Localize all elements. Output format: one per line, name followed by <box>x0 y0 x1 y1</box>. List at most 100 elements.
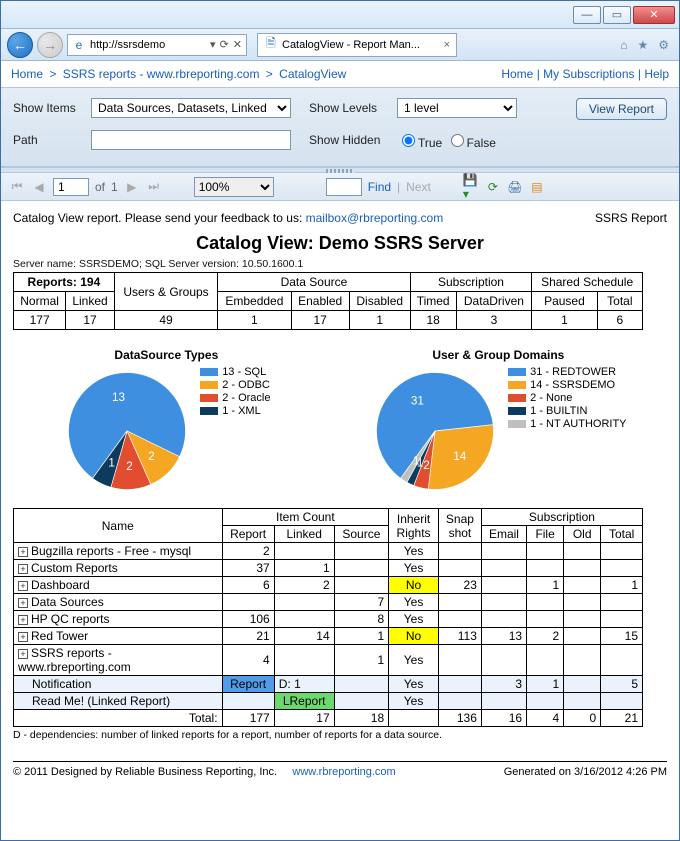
legend-item: 1 - XML <box>200 405 270 417</box>
page-icon: 🗎 <box>264 38 278 52</box>
table-row: +Red Tower21141No11313215 <box>14 628 643 645</box>
browser-right-icons: ⌂ ★ ⚙ <box>620 38 673 52</box>
legend-2: 31 - REDTOWER14 - SSRSDEMO2 - None1 - BU… <box>508 366 626 431</box>
legend-1: 13 - SQL2 - ODBC2 - Oracle1 - XML <box>200 366 270 418</box>
show-levels-select[interactable]: 1 level <box>397 98 517 118</box>
link-subscriptions[interactable]: My Subscriptions <box>543 67 634 81</box>
next-page-icon[interactable]: ▶ <box>124 179 140 195</box>
expand-icon[interactable]: + <box>18 547 28 557</box>
radio-true[interactable] <box>402 134 415 147</box>
window-minimize-button[interactable]: — <box>573 6 601 24</box>
table-row: +Data Sources7Yes <box>14 594 643 611</box>
browser-tab[interactable]: 🗎 CatalogView - Report Man... × <box>257 33 457 57</box>
expand-icon[interactable]: + <box>18 581 28 591</box>
nav-back-button[interactable]: ← <box>7 32 33 58</box>
dropdown-icon[interactable]: ▾ <box>210 38 216 51</box>
radio-false[interactable] <box>451 134 464 147</box>
legend-item: 1 - BUILTIN <box>508 405 626 417</box>
legend-item: 31 - REDTOWER <box>508 366 626 378</box>
breadcrumb: Home > SSRS reports - www.rbreporting.co… <box>1 61 679 87</box>
chart-datasource-types: DataSource Types 13221 13 - SQL2 - ODBC2… <box>13 348 320 496</box>
table-row: +Custom Reports371Yes <box>14 560 643 577</box>
expand-icon[interactable]: + <box>18 632 28 642</box>
tools-gear-icon[interactable]: ⚙ <box>658 38 669 52</box>
report-body: Catalog View report. Please send your fe… <box>1 201 679 782</box>
tab-title: CatalogView - Report Man... <box>282 39 420 51</box>
pie-chart-2: 3114211 <box>370 366 500 496</box>
first-page-icon[interactable]: ⏮ <box>9 179 25 195</box>
breadcrumb-folder[interactable]: SSRS reports - www.rbreporting.com <box>63 67 260 81</box>
summary-table: Reports: 194 Users & Groups Data Source … <box>13 272 643 330</box>
nav-forward-button[interactable]: → <box>37 32 63 58</box>
report-title: Catalog View: Demo SSRS Server <box>13 233 667 254</box>
path-input[interactable] <box>91 130 291 150</box>
stop-icon[interactable]: ✕ <box>233 38 242 51</box>
zoom-select[interactable]: 100% <box>194 177 274 197</box>
report-footer: © 2011 Designed by Reliable Business Rep… <box>13 761 667 778</box>
legend-item: 13 - SQL <box>200 366 270 378</box>
parameters-panel: Show Items Data Sources, Datasets, Linke… <box>1 87 679 167</box>
prev-page-icon[interactable]: ◀ <box>31 179 47 195</box>
reports-header: Reports: 194 <box>14 273 115 292</box>
path-label: Path <box>13 133 83 147</box>
breadcrumb-right: Home | My Subscriptions | Help <box>501 67 669 81</box>
detail-table: Name Item Count Inherit Rights Snap shot… <box>13 508 643 727</box>
splitter-handle[interactable] <box>1 167 679 173</box>
table-row: Notification Report D: 1 Yes 3 1 5 <box>14 676 643 693</box>
browser-toolbar: ← → e http://ssrsdemo ▾ ⟳ ✕ 🗎 CatalogVie… <box>1 29 679 61</box>
find-input[interactable] <box>326 178 362 196</box>
of-label: of <box>95 180 105 194</box>
show-items-select[interactable]: Data Sources, Datasets, Linked <box>91 98 291 118</box>
footer-link[interactable]: www.rbreporting.com <box>292 766 395 778</box>
view-report-button[interactable]: View Report <box>576 98 667 120</box>
table-row: +SSRS reports - www.rbreporting.com41Yes <box>14 645 643 676</box>
datasource-header: Data Source <box>218 273 411 292</box>
svg-text:1: 1 <box>413 455 420 468</box>
expand-icon[interactable]: + <box>18 598 28 608</box>
refresh-report-icon[interactable]: ⟳ <box>485 179 501 195</box>
svg-text:2: 2 <box>423 459 430 472</box>
link-home[interactable]: Home <box>501 67 533 81</box>
legend-item: 2 - Oracle <box>200 392 270 404</box>
total-row: Total: 177 17 18 136 16 4 0 21 <box>14 710 643 727</box>
expand-icon[interactable]: + <box>18 564 28 574</box>
table-row: +Dashboard62No2311 <box>14 577 643 594</box>
atom-feed-icon[interactable]: ▤ <box>529 179 545 195</box>
legend-item: 1 - NT AUTHORITY <box>508 418 626 430</box>
favorites-icon[interactable]: ★ <box>637 38 648 52</box>
schedule-header: Shared Schedule <box>532 273 643 292</box>
window-titlebar: — ▭ ✕ <box>1 1 679 29</box>
window-close-button[interactable]: ✕ <box>633 6 675 24</box>
last-page-icon[interactable]: ⏭ <box>146 179 162 195</box>
next-link[interactable]: Next <box>406 180 431 194</box>
expand-icon[interactable]: + <box>18 615 28 625</box>
svg-text:1: 1 <box>109 456 116 469</box>
print-icon[interactable]: 🖨 <box>507 179 523 195</box>
breadcrumb-current[interactable]: CatalogView <box>279 67 346 81</box>
window-maximize-button[interactable]: ▭ <box>603 6 631 24</box>
find-link[interactable]: Find <box>368 180 391 194</box>
refresh-icon[interactable]: ⟳ <box>220 38 229 51</box>
svg-text:14: 14 <box>453 450 467 463</box>
feedback-email-link[interactable]: mailbox@rbreporting.com <box>306 211 444 225</box>
tab-close-icon[interactable]: × <box>444 39 450 51</box>
subscription-header: Subscription <box>410 273 532 292</box>
footnote: D - dependencies: number of linked repor… <box>13 729 667 741</box>
users-groups-header: Users & Groups <box>114 273 217 311</box>
legend-item: 2 - None <box>508 392 626 404</box>
export-icon[interactable]: 💾▾ <box>463 179 479 195</box>
svg-text:31: 31 <box>411 395 424 408</box>
link-help[interactable]: Help <box>644 67 669 81</box>
generated-timestamp: Generated on 3/16/2012 4:26 PM <box>504 766 667 778</box>
ie-logo-icon: e <box>72 38 86 52</box>
legend-item: 14 - SSRSDEMO <box>508 379 626 391</box>
breadcrumb-home[interactable]: Home <box>11 67 43 81</box>
expand-icon[interactable]: + <box>18 649 28 659</box>
show-items-label: Show Items <box>13 101 83 115</box>
address-bar[interactable]: e http://ssrsdemo ▾ ⟳ ✕ <box>67 34 247 56</box>
svg-text:2: 2 <box>126 460 133 473</box>
page-current-input[interactable] <box>53 178 89 196</box>
breadcrumb-left: Home > SSRS reports - www.rbreporting.co… <box>11 67 346 81</box>
home-icon[interactable]: ⌂ <box>620 38 627 52</box>
svg-text:13: 13 <box>112 391 125 404</box>
